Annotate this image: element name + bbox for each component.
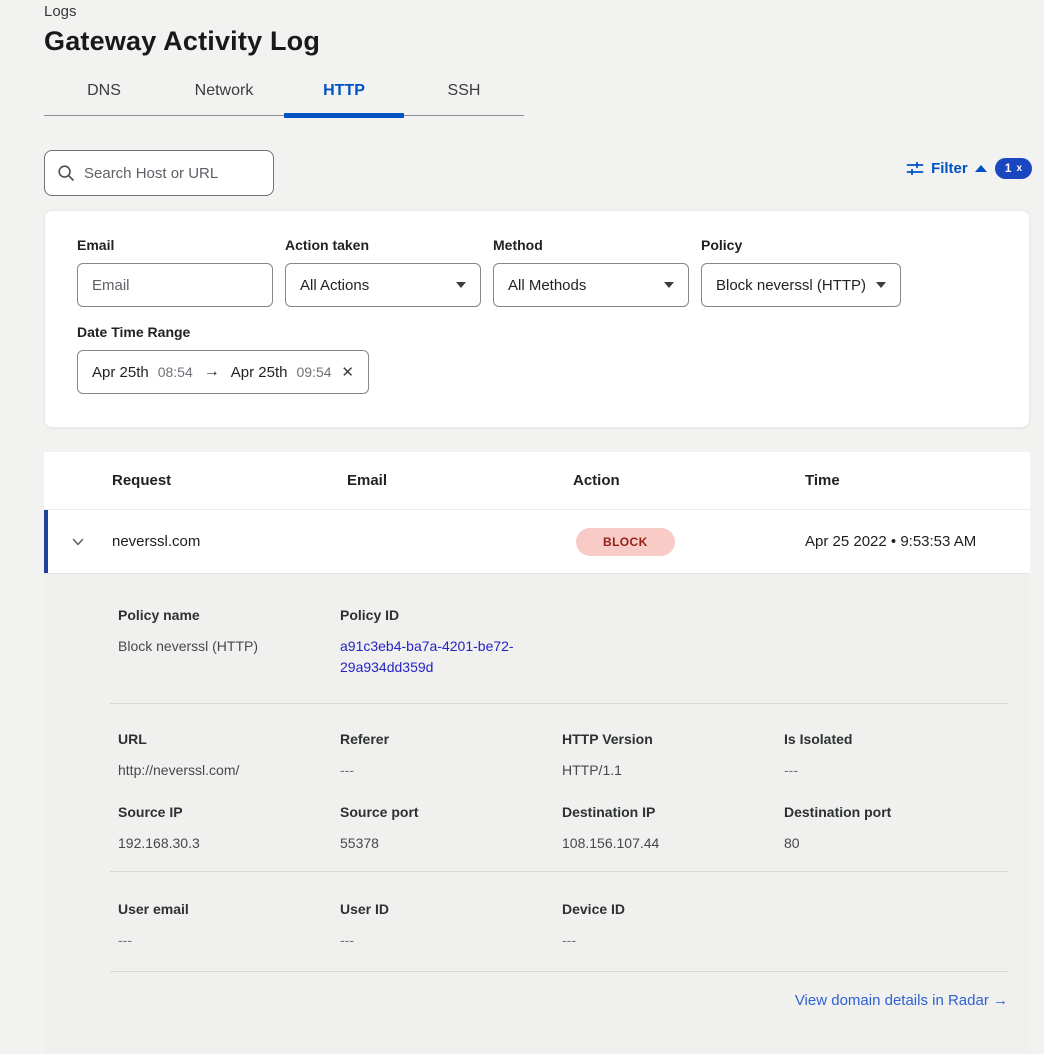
http-version-value: HTTP/1.1 [562,760,784,781]
search-box[interactable] [44,150,274,196]
end-time: 09:54 [296,364,331,380]
url-label: URL [118,731,340,747]
tab-bar: DNS Network HTTP SSH [44,74,524,116]
http-version-label: HTTP Version [562,731,784,747]
page-title: Gateway Activity Log [44,26,320,57]
user-id-value: --- [340,930,562,951]
tab-dns[interactable]: DNS [44,74,164,115]
arrow-right-icon: → [204,363,220,381]
filter-count-badge[interactable]: 1 x [995,158,1032,179]
url-value: http://neverssl.com/ [118,760,340,781]
row-time: Apr 25 2022 • 9:53:53 AM [805,533,1030,550]
tab-network[interactable]: Network [164,74,284,115]
chevron-down-icon [664,282,674,288]
search-icon [57,164,75,182]
end-date: Apr 25th [231,364,288,381]
destination-ip-value: 108.156.107.44 [562,833,784,854]
column-header-email: Email [347,472,573,489]
filter-panel: Email Action taken All Actions Method Al… [44,210,1030,428]
policy-value: Block neverssl (HTTP) [716,277,866,294]
policy-label: Policy [701,237,901,253]
filter-button-label: Filter [931,160,968,177]
policy-id-label: Policy ID [340,607,562,623]
method-value: All Methods [508,277,586,294]
row-details: Policy name Block neverssl (HTTP) Policy… [44,573,1030,1054]
is-isolated-value: --- [784,760,1008,781]
filter-button[interactable]: Filter [906,160,987,178]
start-time: 08:54 [158,364,193,380]
referer-label: Referer [340,731,562,747]
clear-filter-icon: x [1016,163,1022,174]
activity-log-table: Request Email Action Time neverssl.com B… [44,452,1030,1054]
clear-date-icon[interactable]: ✕ [341,363,354,381]
user-email-label: User email [118,901,340,917]
user-id-label: User ID [340,901,562,917]
action-taken-select[interactable]: All Actions [285,263,481,307]
collapse-caret-icon [975,165,987,172]
user-email-value: --- [118,930,340,951]
column-header-request: Request [112,472,347,489]
tab-ssh[interactable]: SSH [404,74,524,115]
radar-link[interactable]: View domain details in Radar → [795,992,1008,1009]
tab-http-label: HTTP [323,82,365,99]
filter-count: 1 [1005,161,1012,175]
chevron-down-icon [876,282,886,288]
column-header-time: Time [805,472,1030,489]
source-port-value: 55378 [340,833,562,854]
source-ip-label: Source IP [118,804,340,820]
device-id-label: Device ID [562,901,784,917]
action-taken-label: Action taken [285,237,481,253]
active-tab-indicator [284,113,404,118]
destination-port-label: Destination port [784,804,1008,820]
block-action-badge: BLOCK [576,528,675,556]
referer-value: --- [340,760,562,781]
divider [110,971,1008,972]
search-input[interactable] [84,165,261,182]
destination-ip-label: Destination IP [562,804,784,820]
filter-sliders-icon [906,160,924,178]
email-filter-label: Email [77,237,273,253]
is-isolated-label: Is Isolated [784,731,1008,747]
policy-name-label: Policy name [118,607,340,623]
method-select[interactable]: All Methods [493,263,689,307]
action-taken-value: All Actions [300,277,369,294]
source-ip-value: 192.168.30.3 [118,833,340,854]
expand-chevron-icon[interactable] [44,534,112,550]
device-id-value: --- [562,930,784,951]
tab-http[interactable]: HTTP [284,74,404,115]
column-header-action: Action [573,472,805,489]
table-header-row: Request Email Action Time [44,452,1030,510]
policy-select[interactable]: Block neverssl (HTTP) [701,263,901,307]
policy-name-value: Block neverssl (HTTP) [118,636,340,657]
email-filter-input[interactable] [92,277,258,294]
date-range-label: Date Time Range [77,324,1029,340]
destination-port-value: 80 [784,833,1008,854]
policy-id-link[interactable]: a91c3eb4-ba7a-4201-be72-29a934dd359d [340,636,528,678]
date-range-field[interactable]: Apr 25th 08:54 → Apr 25th 09:54 ✕ [77,350,369,394]
start-date: Apr 25th [92,364,149,381]
breadcrumb[interactable]: Logs [44,3,77,20]
table-row[interactable]: neverssl.com BLOCK Apr 25 2022 • 9:53:53… [44,510,1030,573]
filter-controls: Filter 1 x [906,158,1032,179]
source-port-label: Source port [340,804,562,820]
row-request: neverssl.com [112,533,347,550]
chevron-down-icon [456,282,466,288]
method-label: Method [493,237,689,253]
